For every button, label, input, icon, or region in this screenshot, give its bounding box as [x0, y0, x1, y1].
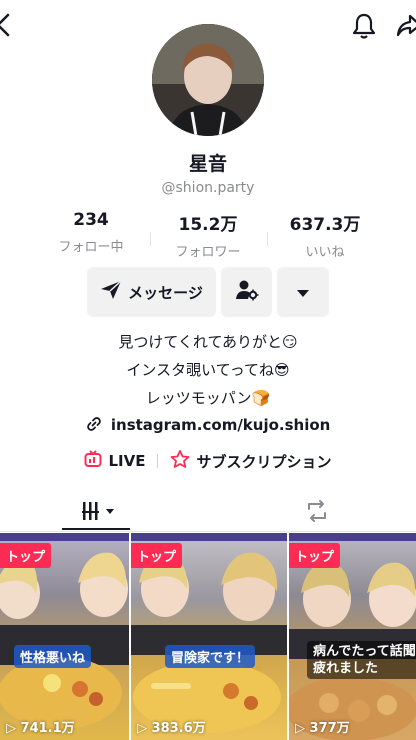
bio-line-3: レッツモッパン🍞 — [145, 389, 271, 407]
followers-label: フォロワー — [175, 245, 241, 260]
message-button[interactable]: メッセージ — [87, 267, 216, 317]
live-entry[interactable]: LIVE — [84, 450, 145, 472]
live-tv-icon — [84, 450, 102, 472]
likes-count: 637.3万 — [289, 215, 361, 235]
content-tabs — [0, 493, 416, 532]
bell-icon[interactable] — [351, 12, 377, 44]
follow-settings-button[interactable] — [221, 267, 272, 317]
subscription-label: サブスクリプション — [196, 452, 332, 471]
more-options-button[interactable] — [277, 267, 329, 317]
display-name: 星音 — [188, 153, 227, 175]
view-count-value: 741.1万 — [20, 721, 75, 736]
top-badge: トップ — [289, 543, 341, 568]
view-count: ▷ 383.6万 — [137, 721, 206, 736]
top-badge: トップ — [0, 543, 52, 568]
video-caption: 冒険家です！ — [165, 645, 256, 668]
message-button-label: メッセージ — [128, 283, 203, 302]
tab-reposts[interactable] — [304, 499, 330, 527]
stat-followers[interactable]: 15.2万 フォロワー — [149, 210, 267, 260]
followers-count: 15.2万 — [178, 215, 238, 235]
share-icon[interactable] — [396, 12, 416, 44]
bio-line-1: 見つけてくれてありがと😏 — [118, 333, 298, 351]
chevron-down-icon — [297, 283, 309, 302]
star-icon — [170, 450, 190, 472]
bio-link[interactable]: instagram.com/kujo.shion — [0, 416, 416, 436]
live-label: LIVE — [108, 452, 146, 470]
bio-link-text: instagram.com/kujo.shion — [110, 416, 331, 434]
user-settings-icon — [235, 279, 259, 305]
following-label: フォロー中 — [58, 240, 124, 255]
video-caption: 性格悪いね — [14, 645, 92, 668]
username-handle: @shion.party — [161, 180, 255, 196]
feature-row: LIVE サブスクリプション — [0, 450, 416, 472]
avatar[interactable] — [152, 24, 264, 136]
view-count: ▷ 377万 — [295, 721, 350, 736]
bio-line-2: インスタ覗いてってね😎 — [126, 361, 290, 379]
video-thumbnail[interactable]: トップ 冒険家です！ ▷ 383.6万 — [131, 533, 287, 740]
view-count-value: 377万 — [309, 721, 350, 736]
video-grid: トップ 性格悪いね ▷ 741.1万 トップ 冒険家です！ ▷ 383.6万 ト… — [0, 533, 416, 740]
grid-filter-icon — [82, 502, 120, 527]
subscription-entry[interactable]: サブスクリプション — [170, 450, 332, 472]
likes-label: いいね — [305, 245, 345, 260]
stat-following[interactable]: 234 フォロー中 — [32, 210, 150, 255]
stat-likes[interactable]: 637.3万 いいね — [266, 210, 384, 260]
following-count: 234 — [73, 210, 109, 230]
tab-videos[interactable] — [82, 499, 120, 527]
repost-icon — [304, 500, 330, 527]
view-count-value: 383.6万 — [151, 721, 206, 736]
active-tab-indicator — [62, 528, 130, 530]
top-badge: トップ — [131, 543, 183, 568]
feature-separator — [157, 454, 159, 468]
video-caption: 病んでたって話聞く 疲れました — [307, 641, 416, 679]
video-thumbnail[interactable]: トップ 病んでたって話聞く 疲れました ▷ 377万 — [289, 533, 416, 740]
send-icon — [100, 280, 122, 304]
video-thumbnail[interactable]: トップ 性格悪いね ▷ 741.1万 — [0, 533, 129, 740]
link-icon — [86, 416, 102, 436]
back-icon[interactable] — [0, 12, 14, 42]
view-count: ▷ 741.1万 — [6, 721, 75, 736]
